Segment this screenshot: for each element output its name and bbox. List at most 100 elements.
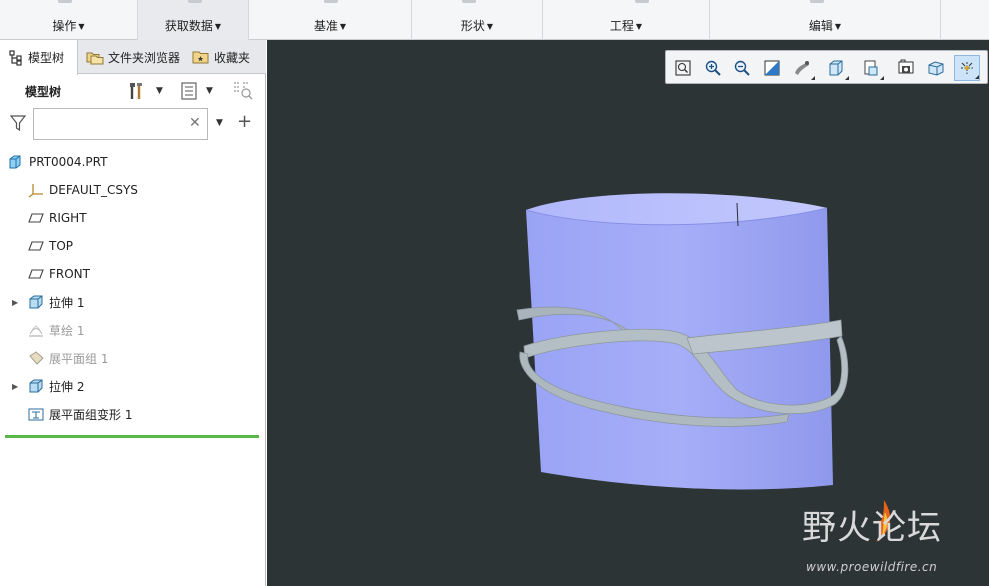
expand-arrow-icon[interactable]: ▶: [12, 298, 18, 307]
model-tree-title: 模型树: [25, 85, 62, 99]
chevron-down-icon[interactable]: ▼: [156, 86, 163, 96]
ribbon-group-operations[interactable]: 操作 ▼: [0, 0, 138, 40]
perspective-view-icon: [898, 59, 914, 74]
tree-item-label: TOP: [49, 239, 74, 253]
settings-button[interactable]: ▼: [128, 80, 163, 102]
funnel-filter-icon[interactable]: [9, 114, 27, 132]
tree-item-prt0004[interactable]: PRT0004.PRT: [0, 150, 266, 174]
saved-orientations-button[interactable]: [823, 55, 849, 81]
show-options-button[interactable]: ▼: [180, 80, 213, 102]
ribbon-group-edit[interactable]: 编辑 ▼: [710, 0, 941, 40]
view-toolbar: [665, 50, 988, 84]
tree-item-label: 拉伸 1: [49, 295, 85, 310]
flatten-quilt-icon: [27, 349, 45, 367]
spin-center-button[interactable]: [954, 55, 980, 81]
model-tree-icon: [9, 49, 22, 66]
view-manager-button[interactable]: [858, 55, 884, 81]
settings-tools-icon: [130, 83, 142, 99]
ribbon-icon-stub: [810, 0, 824, 3]
zoom-out-icon: [734, 60, 750, 76]
spin-center-icon: [961, 62, 973, 74]
insert-here-indicator[interactable]: [5, 435, 259, 438]
tree-item-front[interactable]: FRONT: [0, 262, 266, 286]
chevron-down-icon[interactable]: ▼: [216, 118, 223, 128]
chevron-down-icon: [845, 76, 849, 80]
display-style-button[interactable]: [789, 55, 815, 81]
tree-item-label: FRONT: [49, 267, 90, 281]
zoom-in-icon: [705, 60, 721, 76]
tree-filter-button[interactable]: [232, 80, 254, 102]
add-icon[interactable]: +: [237, 111, 252, 132]
tree-filter-icon: [234, 82, 253, 100]
ribbon-icon-stub: [58, 0, 72, 3]
tab-label: 模型树: [28, 51, 65, 65]
datum-plane-icon: [27, 265, 45, 283]
tree-item-right[interactable]: RIGHT: [0, 206, 266, 230]
tree-item-default-csys[interactable]: DEFAULT_CSYS: [0, 178, 266, 202]
tree-item-top[interactable]: TOP: [0, 234, 266, 258]
watermark-title: 野火论坛: [802, 508, 942, 548]
tree-item-label: 拉伸 2: [49, 379, 85, 394]
tree-item-flatten-quilt-1[interactable]: 展平面组 1: [0, 346, 266, 370]
ribbon-icon-stub: [635, 0, 649, 3]
tree-item-label: 展平面组变形 1: [49, 407, 133, 422]
chevron-down-icon: [811, 76, 815, 80]
graphics-viewport[interactable]: 野火论坛 www.proewildfire.cn: [267, 40, 989, 586]
flatten-deform-icon: [27, 405, 45, 423]
perspective-view-button[interactable]: [893, 55, 919, 81]
repaint-button[interactable]: [759, 55, 785, 81]
ribbon-group-label[interactable]: 基准 ▼: [249, 17, 411, 34]
datum-plane-icon: [27, 209, 45, 227]
repaint-icon: [764, 60, 780, 76]
tree-item-sketch-1[interactable]: 草绘 1: [0, 318, 266, 342]
tree-item-flatten-deform-1[interactable]: 展平面组变形 1: [0, 402, 266, 426]
chevron-down-icon: [880, 76, 884, 80]
chevron-down-icon: [975, 75, 979, 79]
view-manager-icon: [864, 60, 878, 76]
tree-item-label: PRT0004.PRT: [29, 155, 108, 169]
ribbon-group-shape[interactable]: 形状 ▼: [412, 0, 543, 40]
close-icon[interactable]: ✕: [189, 115, 201, 131]
tree-item-label: 草绘 1: [49, 323, 85, 338]
chevron-down-icon[interactable]: ▼: [206, 86, 213, 96]
ribbon-icon-stub: [324, 0, 338, 3]
tab-favorites[interactable]: 收藏夹: [184, 40, 266, 74]
part-icon: [6, 153, 24, 171]
datum-display-button[interactable]: [923, 55, 949, 81]
tab-folder-browser[interactable]: 文件夹浏览器: [78, 40, 184, 74]
ribbon-icon-stub: [188, 0, 202, 3]
tree-item-label: 展平面组 1: [49, 351, 109, 366]
ribbon-group-datum[interactable]: 基准 ▼: [249, 0, 412, 40]
ribbon-group-label[interactable]: 操作 ▼: [0, 17, 137, 34]
extrude-icon: [27, 293, 45, 311]
ribbon-group-engineering[interactable]: 工程 ▼: [543, 0, 710, 40]
sketch-icon: [27, 321, 45, 339]
navigator-tabs: 模型树 文件夹浏览器 收藏夹: [0, 40, 266, 75]
refit-icon: [675, 60, 691, 76]
refit-button[interactable]: [670, 55, 696, 81]
zoom-in-button[interactable]: [700, 55, 726, 81]
datum-plane-icon: [27, 237, 45, 255]
watermark-url: www.proewildfire.cn: [806, 560, 938, 574]
forum-watermark: 野火论坛 www.proewildfire.cn: [802, 500, 982, 580]
model-tree-header: 模型树 ▼ ▼: [0, 76, 266, 104]
navigator-panel: 模型树 文件夹浏览器 收藏夹 模型树 ▼ ▼ ✕ ▼ + PRT0004.PRT…: [0, 40, 266, 586]
ribbon-group-label[interactable]: 工程 ▼: [543, 17, 709, 34]
ribbon-group-label[interactable]: 编辑 ▼: [710, 17, 940, 34]
show-options-icon: [181, 82, 197, 100]
ribbon-group-label[interactable]: 获取数据 ▼: [138, 17, 248, 34]
search-input[interactable]: [33, 108, 208, 140]
tree-item-extrude-1[interactable]: ▶ 拉伸 1: [0, 290, 266, 314]
ribbon-group-get-data[interactable]: 获取数据 ▼: [138, 0, 249, 40]
zoom-out-button[interactable]: [729, 55, 755, 81]
extrude-icon: [27, 377, 45, 395]
datum-display-icon: [928, 61, 944, 76]
tree-item-extrude-2[interactable]: ▶ 拉伸 2: [0, 374, 266, 398]
expand-arrow-icon[interactable]: ▶: [12, 382, 18, 391]
ribbon-icon-stub: [462, 0, 476, 3]
tree-item-label: RIGHT: [49, 211, 87, 225]
tab-model-tree[interactable]: 模型树: [0, 40, 78, 75]
folder-browser-icon: [86, 52, 104, 65]
ribbon-group-label[interactable]: 形状 ▼: [412, 17, 542, 34]
tree-item-label: DEFAULT_CSYS: [49, 183, 138, 197]
